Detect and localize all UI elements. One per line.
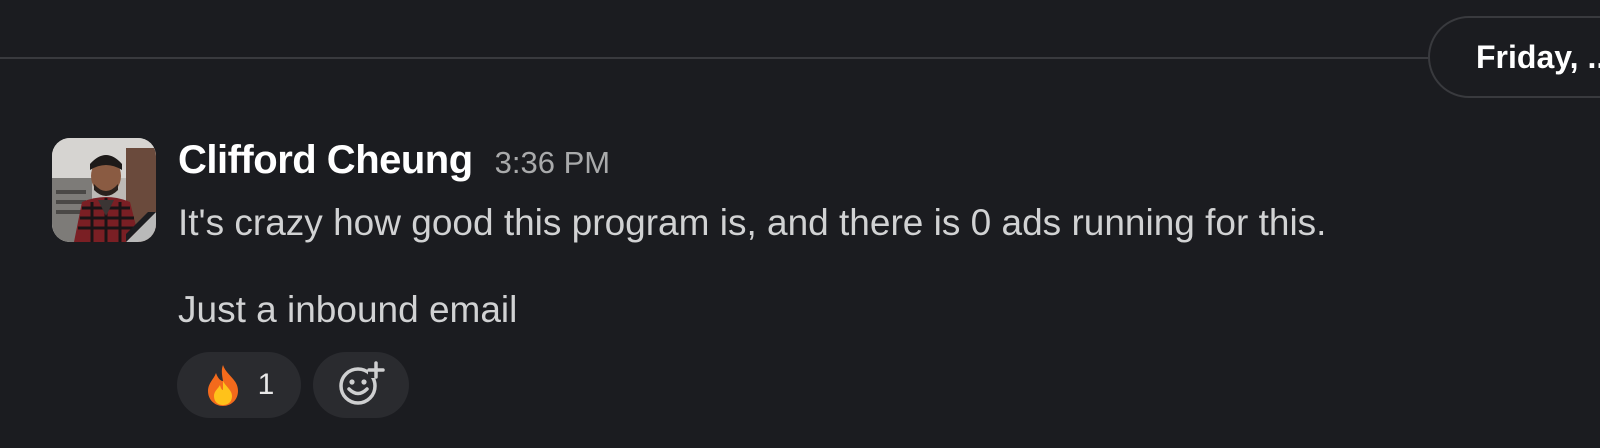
day-divider-line	[0, 57, 1600, 59]
day-divider-label: Friday, ...	[1476, 38, 1600, 75]
reaction-fire-button[interactable]: 1	[177, 352, 301, 418]
add-reaction-button[interactable]	[313, 352, 409, 418]
message-text-line: Just a inbound email	[178, 289, 518, 330]
sender-name[interactable]: Clifford Cheung	[178, 138, 473, 183]
message-text-line: It's crazy how good this program is, and…	[178, 202, 1327, 243]
fire-icon	[204, 363, 242, 407]
message-header: Clifford Cheung 3:36 PM	[178, 138, 610, 188]
message-timestamp[interactable]: 3:36 PM	[495, 145, 610, 181]
add-emoji-icon	[336, 358, 386, 413]
message-pane: Friday, ... Clifford Cheung 3:36 PM	[0, 0, 1600, 448]
reaction-bar: 1	[177, 352, 409, 418]
presence-status-icon	[126, 212, 156, 242]
day-divider-button[interactable]: Friday, ...	[1428, 16, 1600, 98]
reaction-count: 1	[257, 368, 275, 401]
